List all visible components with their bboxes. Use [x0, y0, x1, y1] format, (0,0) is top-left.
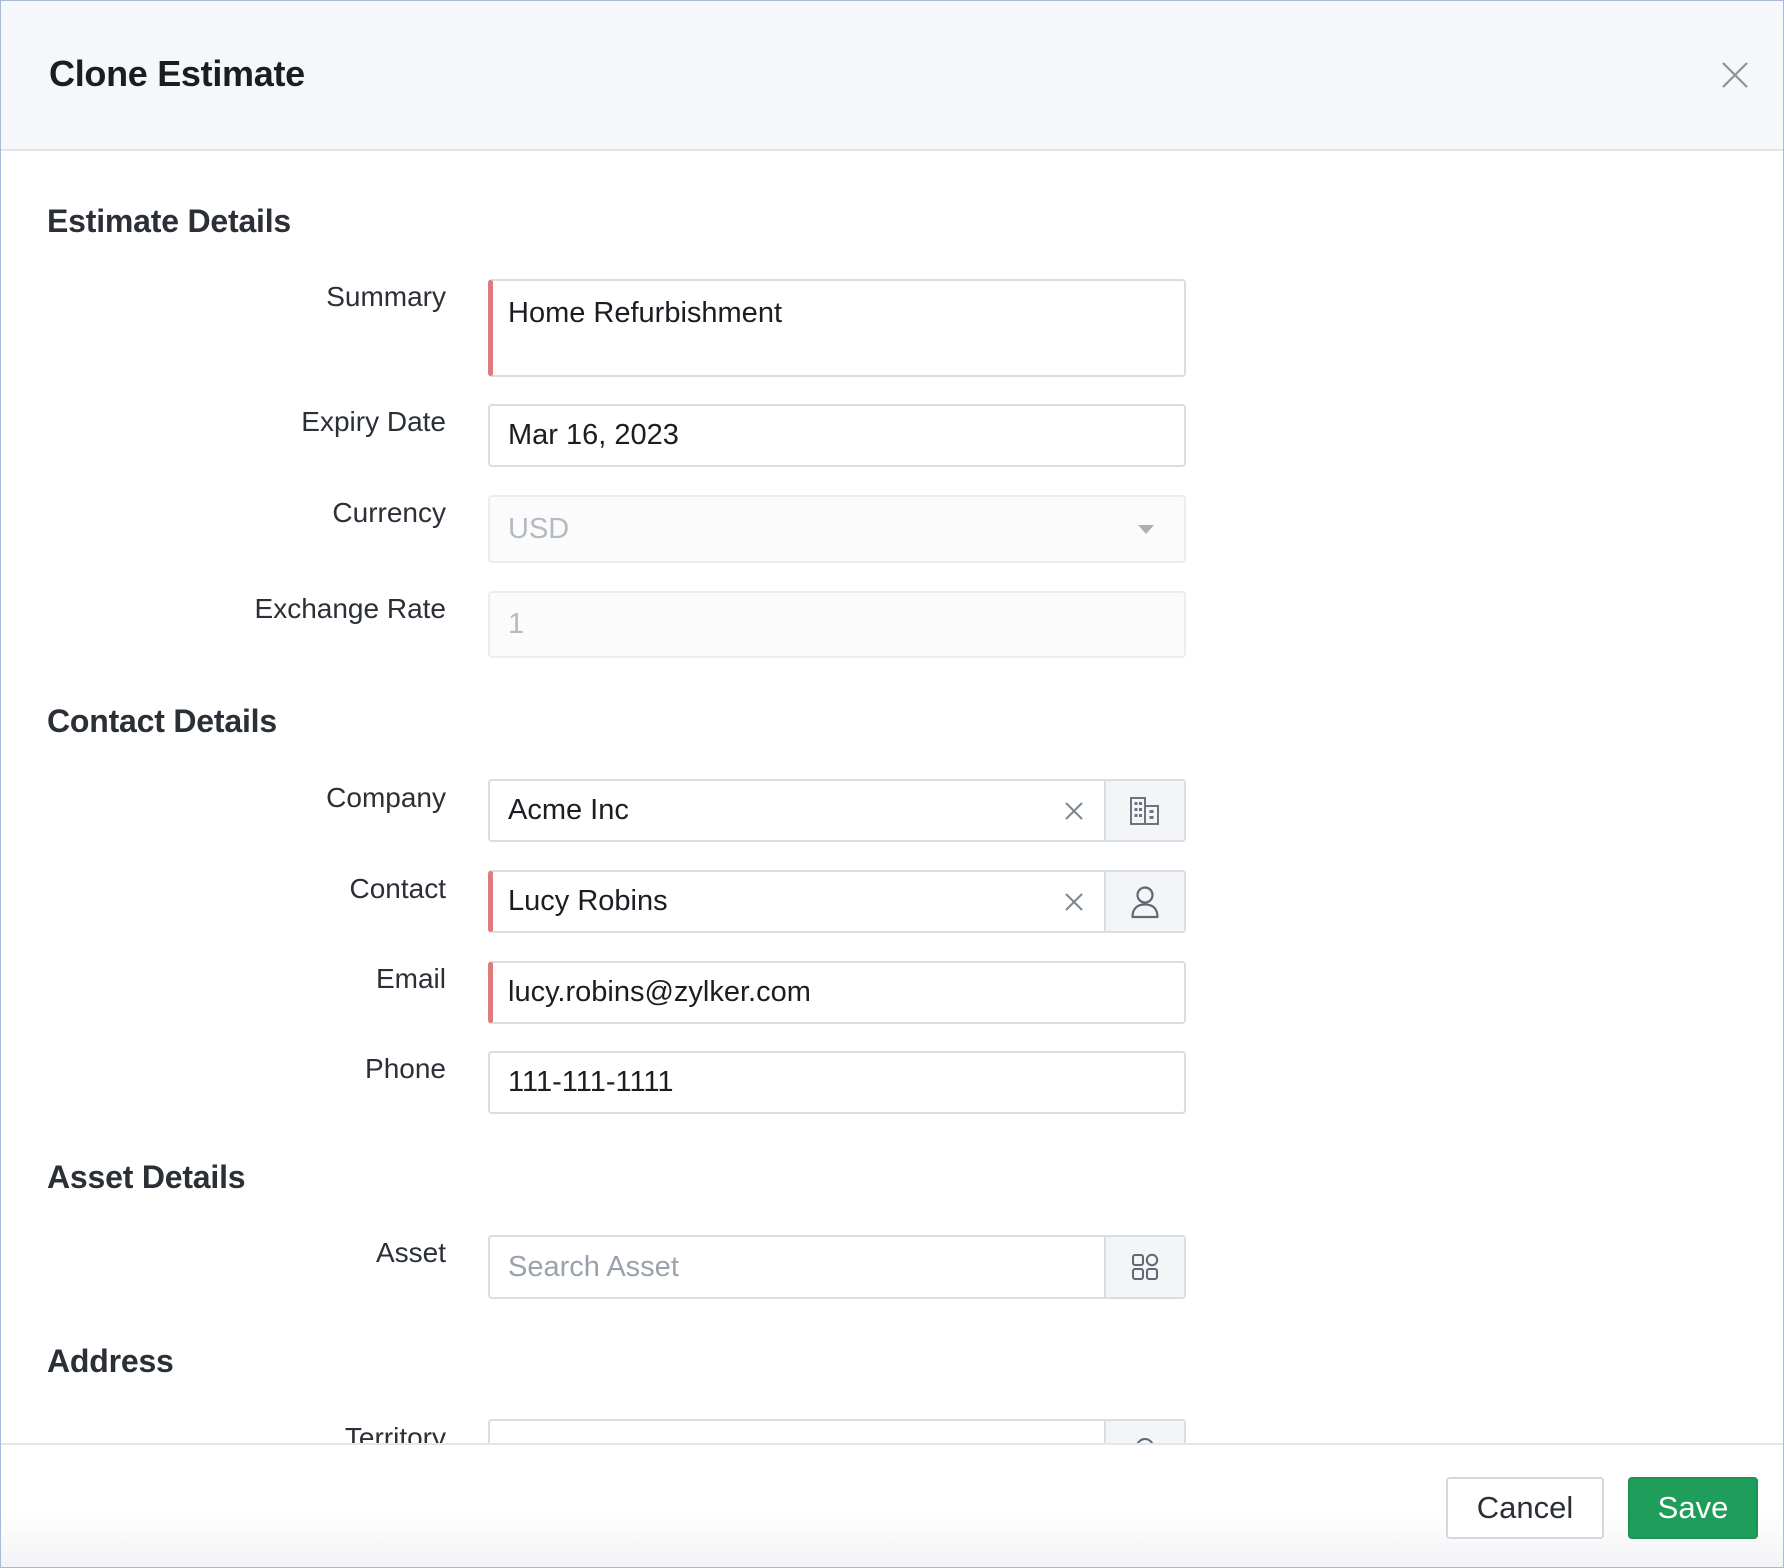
- summary-value: Home Refurbishment: [508, 297, 782, 329]
- territory-field[interactable]: [488, 1419, 1186, 1443]
- section-title-contact-details: Contact Details: [47, 703, 277, 739]
- close-icon[interactable]: [1715, 55, 1755, 95]
- exchange-rate-label: Exchange Rate: [254, 593, 446, 624]
- person-icon[interactable]: [1104, 872, 1184, 931]
- section-title-address: Address: [47, 1343, 174, 1379]
- currency-value: USD: [508, 512, 570, 545]
- asset-field[interactable]: Search Asset: [488, 1235, 1186, 1299]
- grid-icon[interactable]: [1104, 1237, 1184, 1297]
- dialog-footer: Cancel Save: [1, 1443, 1783, 1567]
- email-value: lucy.robins@zylker.com: [508, 976, 811, 1008]
- dialog-header: Clone Estimate: [1, 1, 1783, 151]
- clear-company-icon[interactable]: [1044, 781, 1104, 840]
- summary-field[interactable]: Home Refurbishment: [488, 279, 1186, 377]
- clone-estimate-dialog: Clone Estimate Estimate Details Summary …: [0, 0, 1784, 1568]
- phone-field[interactable]: 111-111-1111: [488, 1051, 1186, 1114]
- contact-label: Contact: [349, 873, 447, 904]
- company-field[interactable]: Acme Inc: [488, 779, 1186, 842]
- asset-search-input[interactable]: Search Asset: [508, 1251, 1104, 1284]
- company-value: Acme Inc: [508, 794, 629, 826]
- section-title-estimate-details: Estimate Details: [47, 203, 292, 239]
- phone-value: 111-111-1111: [508, 1066, 674, 1098]
- building-icon[interactable]: [1104, 781, 1184, 840]
- expiry-date-label: Expiry Date: [301, 406, 446, 437]
- email-field[interactable]: lucy.robins@zylker.com: [488, 961, 1186, 1024]
- contact-value: Lucy Robins: [508, 885, 668, 917]
- expiry-date-value: Mar 16, 2023: [508, 419, 679, 451]
- company-label: Company: [326, 782, 446, 813]
- exchange-rate-value: 1: [508, 608, 525, 640]
- currency-label: Currency: [332, 497, 446, 528]
- asset-label: Asset: [375, 1237, 446, 1268]
- currency-select: USD: [488, 495, 1186, 563]
- map-pin-icon[interactable]: [1104, 1421, 1184, 1443]
- territory-label: Territory: [344, 1422, 446, 1443]
- phone-label: Phone: [365, 1053, 446, 1084]
- cancel-button[interactable]: Cancel: [1446, 1477, 1604, 1539]
- contact-field[interactable]: Lucy Robins: [488, 870, 1186, 933]
- dialog-body[interactable]: Estimate Details Summary Home Refurbishm…: [1, 151, 1783, 1443]
- dialog-title: Clone Estimate: [49, 53, 305, 94]
- email-label: Email: [375, 963, 446, 994]
- clear-contact-icon[interactable]: [1044, 872, 1104, 931]
- section-title-asset-details: Asset Details: [47, 1159, 246, 1195]
- save-button[interactable]: Save: [1628, 1477, 1758, 1539]
- chevron-down-icon: [1138, 524, 1154, 534]
- expiry-date-field[interactable]: Mar 16, 2023: [488, 404, 1186, 467]
- exchange-rate-field: 1: [488, 591, 1186, 658]
- summary-label: Summary: [326, 281, 446, 312]
